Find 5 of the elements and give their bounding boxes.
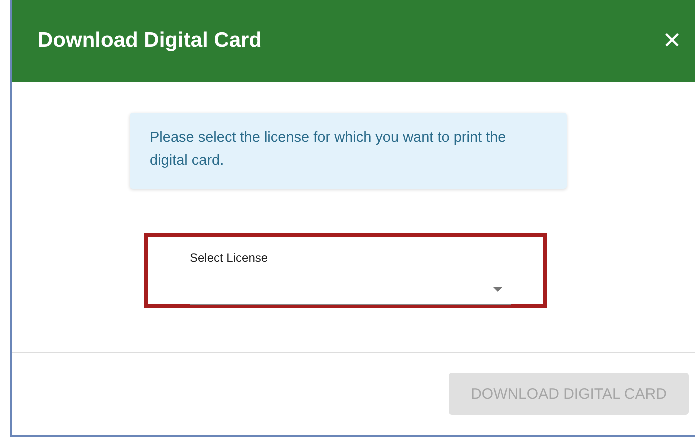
caret-icon — [493, 287, 503, 292]
close-button[interactable]: × — [663, 26, 681, 56]
info-message: Please select the license for which you want to print the digital card. — [130, 113, 567, 189]
dialog-title: Download Digital Card — [38, 29, 262, 53]
license-select[interactable]: Select License — [190, 251, 511, 305]
